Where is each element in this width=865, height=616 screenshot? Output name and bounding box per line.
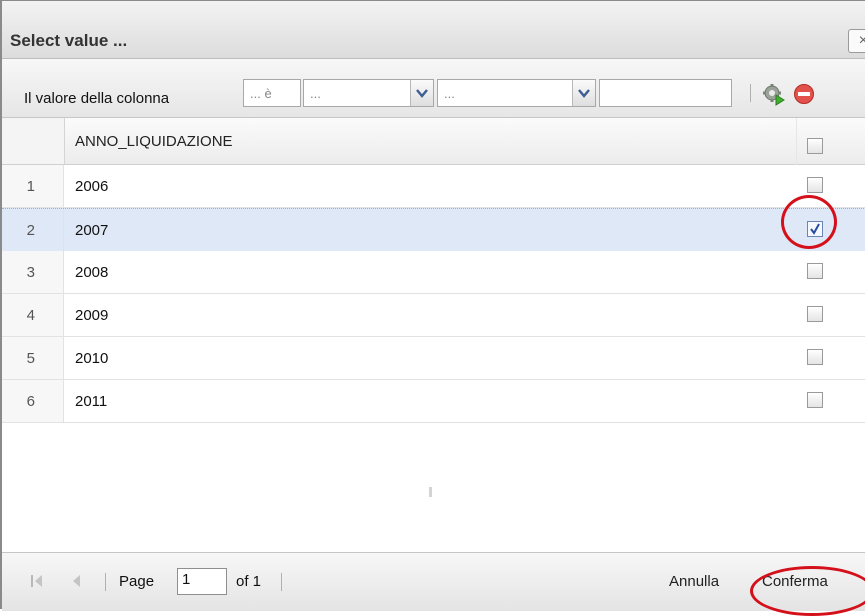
row-checkbox[interactable] (807, 306, 823, 322)
row-value: 2010 (75, 350, 109, 367)
table-row[interactable]: 2 2007 (2, 208, 865, 252)
remove-minus-icon[interactable] (793, 83, 815, 109)
pager-divider (105, 573, 106, 591)
combo-2-value: ... (444, 86, 455, 101)
filter-label: Il valore della colonna (24, 90, 170, 107)
row-number: 5 (26, 350, 35, 367)
filter-combo-1[interactable]: ... (303, 79, 434, 107)
row-number: 1 (26, 178, 35, 195)
settings-gear-icon[interactable] (762, 82, 786, 110)
row-value: 2007 (75, 222, 109, 239)
filter-toolbar: Il valore della colonna ... è ... ... (2, 59, 865, 118)
table-row[interactable]: 3 2008 (2, 251, 865, 294)
chevron-down-icon[interactable] (572, 80, 595, 106)
row-checkbox[interactable] (807, 392, 823, 408)
page-number-input[interactable]: 1 (177, 568, 227, 595)
column-header-label: ANNO_LIQUIDAZIONE (75, 133, 233, 150)
dialog-title: Select value ... (10, 31, 128, 50)
scroll-indicator (429, 487, 432, 497)
annotation-circle-checkbox (781, 195, 837, 249)
row-number-cell: 5 (2, 337, 64, 379)
operator-field[interactable]: ... è (243, 79, 301, 107)
filter-value-input[interactable] (599, 79, 732, 107)
paging-toolbar: Page 1 of 1 Annulla Conferma (2, 552, 865, 611)
chevron-down-icon[interactable] (410, 80, 433, 106)
select-value-dialog: Select value ... × Il valore della colon… (0, 0, 865, 616)
page-label: Page (119, 573, 155, 590)
table-row[interactable]: 1 2006 (2, 165, 865, 208)
grid-header: ANNO_LIQUIDAZIONE (2, 118, 865, 165)
row-number: 2 (26, 222, 35, 239)
row-checkbox[interactable] (807, 177, 823, 193)
row-number: 6 (26, 393, 35, 410)
row-number-cell: 3 (2, 251, 64, 293)
row-number: 4 (26, 307, 35, 324)
row-number-cell: 4 (2, 294, 64, 336)
page-count-label: of 1 (236, 573, 262, 590)
column-header-anno-liquidazione[interactable]: ANNO_LIQUIDAZIONE (65, 118, 797, 164)
first-page-icon[interactable] (29, 573, 45, 593)
row-number-header (2, 118, 65, 164)
row-value: 2009 (75, 307, 109, 324)
dialog-title-bar[interactable]: Select value ... × (2, 1, 865, 59)
row-checkbox[interactable] (807, 349, 823, 365)
row-value: 2008 (75, 264, 109, 281)
combo-1-value: ... (310, 86, 321, 101)
toolbar-divider (750, 84, 751, 102)
table-row[interactable]: 4 2009 (2, 294, 865, 337)
table-row[interactable]: 5 2010 (2, 337, 865, 380)
prev-page-icon[interactable] (69, 573, 85, 593)
row-number-cell: 6 (2, 380, 64, 422)
table-row[interactable]: 6 2011 (2, 380, 865, 423)
select-all-checkbox[interactable] (807, 138, 823, 154)
row-checkbox[interactable] (807, 263, 823, 279)
pager-divider (281, 573, 282, 591)
row-number-cell: 2 (2, 209, 64, 251)
page-number-value: 1 (182, 571, 191, 588)
row-number-cell: 1 (2, 165, 64, 207)
row-value: 2011 (75, 393, 108, 410)
filter-combo-2[interactable]: ... (437, 79, 596, 107)
row-number: 3 (26, 264, 35, 281)
cancel-button[interactable]: Annulla (669, 573, 719, 590)
close-icon[interactable]: × (848, 29, 865, 53)
row-value: 2006 (75, 178, 109, 195)
operator-value: ... è (250, 86, 272, 101)
